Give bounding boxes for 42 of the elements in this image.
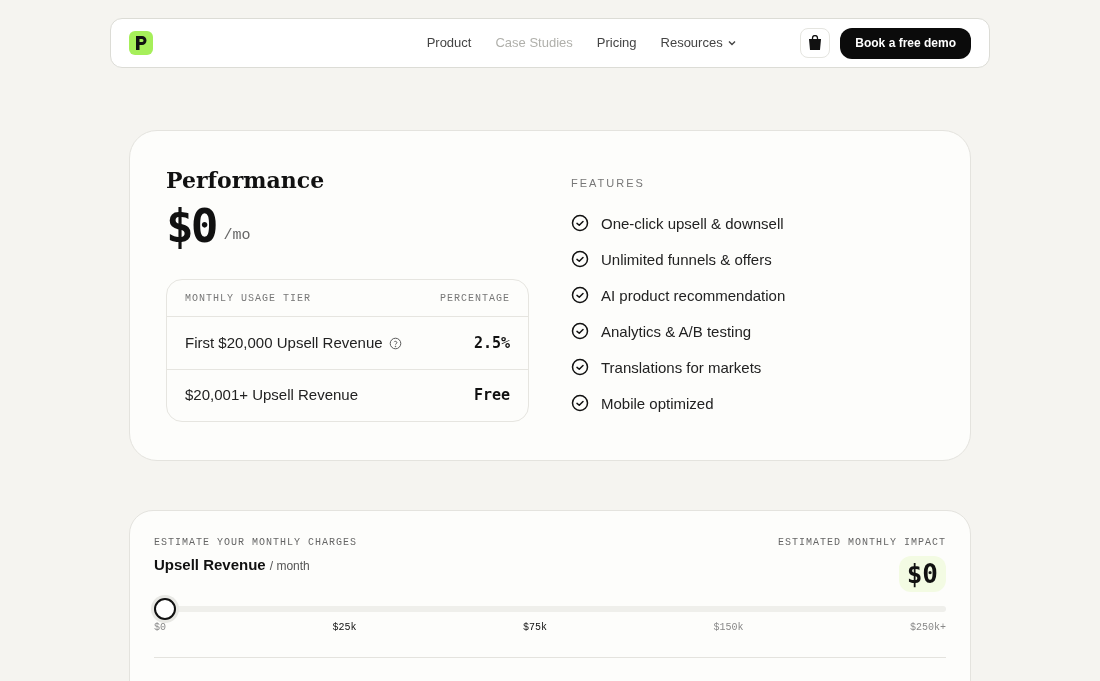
impact-label: ESTIMATED MONTHLY IMPACT <box>777 536 946 550</box>
plan-name: Performance <box>166 166 326 195</box>
feature-text: Analytics & A/B testing <box>601 321 752 342</box>
slider-tick-label: $25k <box>332 621 357 635</box>
nav-link[interactable]: Product <box>426 33 472 53</box>
check-circle-icon <box>571 214 589 232</box>
feature-text: Translations for markets <box>601 357 762 378</box>
tier-label: $20,001+ Upsell Revenue <box>185 385 359 406</box>
estimator-unit: / month <box>269 558 310 575</box>
column-header: MONTHLY USAGE TIER <box>185 291 312 306</box>
estimator-eyebrow: ESTIMATE YOUR MONTHLY CHARGES <box>154 536 358 550</box>
nav-link[interactable]: Pricing <box>596 33 637 53</box>
shopping-bag-button[interactable] <box>800 28 831 58</box>
feature-text: AI product recommendation <box>601 285 786 306</box>
logo-icon[interactable] <box>129 31 153 55</box>
column-header: PERCENTAGE <box>440 291 510 306</box>
estimator-title: Upsell Revenue <box>154 555 266 575</box>
tier-rate: Free <box>473 385 510 407</box>
book-demo-button[interactable]: Book a free demo <box>840 27 971 59</box>
nav-link[interactable]: Resources <box>660 33 737 53</box>
check-circle-icon <box>571 358 589 376</box>
feature-text: One-click upsell & downsell <box>601 213 784 234</box>
feature-text: Mobile optimized <box>601 393 714 414</box>
slider-tick-label: $150k <box>713 621 744 635</box>
slider-tick-label: $0 <box>154 621 166 635</box>
slider-tick-label: $75k <box>522 621 547 635</box>
slider-thumb[interactable] <box>154 598 176 620</box>
features-label: FEATURES <box>571 176 646 191</box>
check-circle-icon <box>571 286 589 304</box>
help-icon[interactable] <box>388 336 402 350</box>
price-period: /mo <box>223 225 251 246</box>
feature-text: Unlimited funnels & offers <box>601 249 772 270</box>
shopping-bag-icon <box>808 35 823 51</box>
tier-rate: 2.5% <box>473 332 510 354</box>
check-circle-icon <box>571 322 589 340</box>
check-circle-icon <box>571 394 589 412</box>
slider-tick-label: $250k+ <box>909 621 946 635</box>
plan-price: $0 <box>166 201 216 251</box>
check-circle-icon <box>571 250 589 268</box>
impact-value: $0 <box>898 556 946 592</box>
tier-label: First $20,000 Upsell Revenue <box>185 332 383 353</box>
chevron-down-icon <box>726 38 737 48</box>
